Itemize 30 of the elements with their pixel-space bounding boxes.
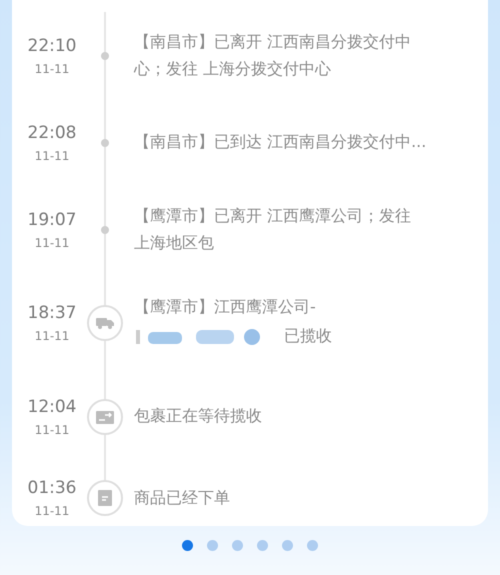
page-indicator-dot[interactable]	[257, 540, 268, 551]
event-date: 11-11	[34, 62, 70, 76]
event-date: 11-11	[34, 422, 70, 436]
timeline-dot	[101, 226, 109, 234]
event-text: 【南昌市】已离开 江西南昌分拨交付中	[134, 32, 412, 52]
page-indicator-dot[interactable]	[232, 540, 243, 551]
event-time: 19:07	[28, 210, 76, 230]
event-date: 11-11	[34, 504, 70, 518]
event-text: 心；发往 上海分拨交付中心	[134, 58, 332, 80]
event-time: 01:36	[28, 478, 76, 498]
event-date: 11-11	[34, 329, 70, 343]
timeline-dot	[101, 52, 109, 60]
event-time: 18:37	[28, 303, 76, 323]
page-indicator-dot[interactable]	[182, 540, 193, 551]
page-indicator-dot[interactable]	[282, 540, 293, 551]
event-text: 已揽收	[284, 326, 332, 347]
event-text: 包裹正在等待揽收	[134, 406, 263, 427]
page-indicator-dot[interactable]	[207, 540, 218, 551]
event-date: 11-11	[34, 236, 70, 250]
event-text: 【鹰潭市】已离开 江西鹰潭公司；发往	[134, 206, 412, 226]
timeline-dot	[101, 138, 109, 146]
event-time: 22:08	[28, 122, 76, 142]
event-date: 11-11	[34, 148, 70, 162]
event-text: 上海地区包	[134, 232, 215, 254]
event-time: 22:10	[28, 36, 76, 56]
event-text: 商品已经下单	[134, 488, 231, 508]
event-text: 【鹰潭市】江西鹰潭公司-	[134, 296, 317, 318]
page-indicator-dot[interactable]	[307, 540, 318, 551]
event-time: 12:04	[28, 396, 76, 416]
event-text: 【南昌市】已到达 江西南昌分拨交付中...	[134, 132, 428, 153]
